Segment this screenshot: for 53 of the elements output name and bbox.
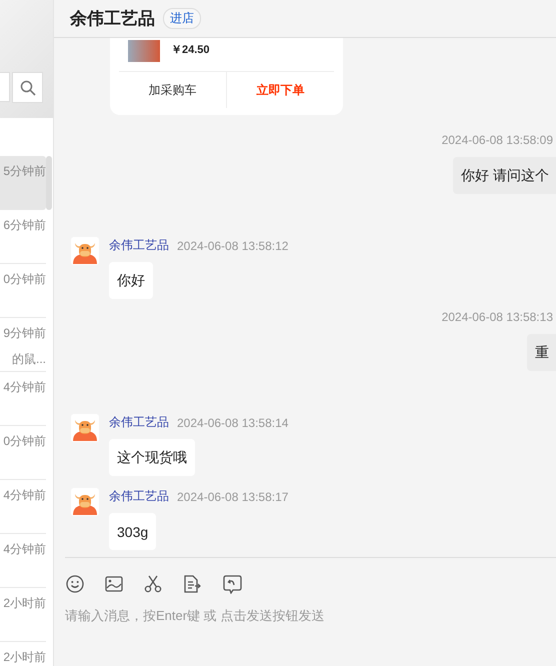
- conversation-item[interactable]: 6分钟前: [0, 210, 46, 264]
- conversation-time: 4分钟前: [3, 487, 46, 504]
- message-time: 2024-06-08 13:58:09: [442, 133, 553, 147]
- search-field[interactable]: [0, 72, 10, 102]
- bull-avatar-icon: [71, 414, 99, 442]
- message-bubble: 你好 请问这个: [453, 157, 556, 194]
- message-bubble: 这个现货哦: [109, 439, 195, 476]
- conversation-time: 2小时前: [3, 649, 46, 666]
- image-icon[interactable]: [105, 576, 123, 592]
- order-now-button[interactable]: 立即下单: [226, 72, 334, 108]
- chat-title: 余伟工艺品: [70, 8, 155, 30]
- history-icon[interactable]: [222, 574, 242, 594]
- conversation-time: 0分钟前: [3, 271, 46, 288]
- message-bubble: 303g: [109, 513, 156, 550]
- message-time: 2024-06-08 13:58:13: [442, 310, 553, 324]
- conversation-item[interactable]: 4分钟前: [0, 534, 46, 588]
- conversation-time: 4分钟前: [3, 379, 46, 396]
- sender-name: 余伟工艺品: [109, 488, 169, 505]
- message-bubble: 重: [527, 334, 556, 371]
- scrollbar-thumb[interactable]: [46, 156, 52, 210]
- add-to-cart-button[interactable]: 加采购车: [119, 72, 226, 108]
- search-button[interactable]: [12, 72, 43, 103]
- sender-name: 余伟工艺品: [109, 414, 169, 431]
- message-input-field[interactable]: 请输入消息，按Enter键 或 点击发送按钮发送: [65, 608, 385, 623]
- conversation-item[interactable]: 2小时前: [0, 642, 46, 666]
- conversation-time: 0分钟前: [3, 433, 46, 450]
- emoji-icon[interactable]: [66, 575, 84, 593]
- bull-avatar-icon: [71, 488, 99, 516]
- message-bubble: 你好: [109, 262, 153, 299]
- conversation-time: 6分钟前: [3, 217, 46, 234]
- conversation-time: 4分钟前: [3, 541, 46, 558]
- conversation-item[interactable]: 0分钟前: [0, 264, 46, 318]
- photo-placeholder: [128, 40, 160, 62]
- conversation-item[interactable]: 2小时前: [0, 588, 46, 642]
- conversation-item[interactable]: 9分钟前 的鼠...: [0, 318, 46, 372]
- product-price: ￥24.50: [171, 43, 210, 58]
- bull-avatar-icon: [71, 237, 99, 265]
- sender-name: 余伟工艺品: [109, 237, 169, 254]
- conversation-time: 2小时前: [3, 595, 46, 612]
- message-time: 2024-06-08 13:58:14: [177, 416, 288, 430]
- conversation-item[interactable]: 4分钟前: [0, 372, 46, 426]
- conversation-time: 9分钟前: [3, 325, 46, 342]
- scissors-icon[interactable]: [144, 575, 162, 593]
- conversation-item[interactable]: 5分钟前: [0, 156, 46, 210]
- conversation-preview: 的鼠...: [12, 351, 46, 368]
- conversation-item[interactable]: 0分钟前: [0, 426, 46, 480]
- conversation-item[interactable]: 4分钟前: [0, 480, 46, 534]
- message-time: 2024-06-08 13:58:12: [177, 238, 288, 252]
- document-icon[interactable]: [183, 575, 201, 593]
- message-time: 2024-06-08 13:58:17: [177, 490, 288, 504]
- conversation-time: 5分钟前: [3, 163, 46, 180]
- search-icon: [20, 80, 36, 96]
- shop-link[interactable]: 进店: [163, 8, 201, 29]
